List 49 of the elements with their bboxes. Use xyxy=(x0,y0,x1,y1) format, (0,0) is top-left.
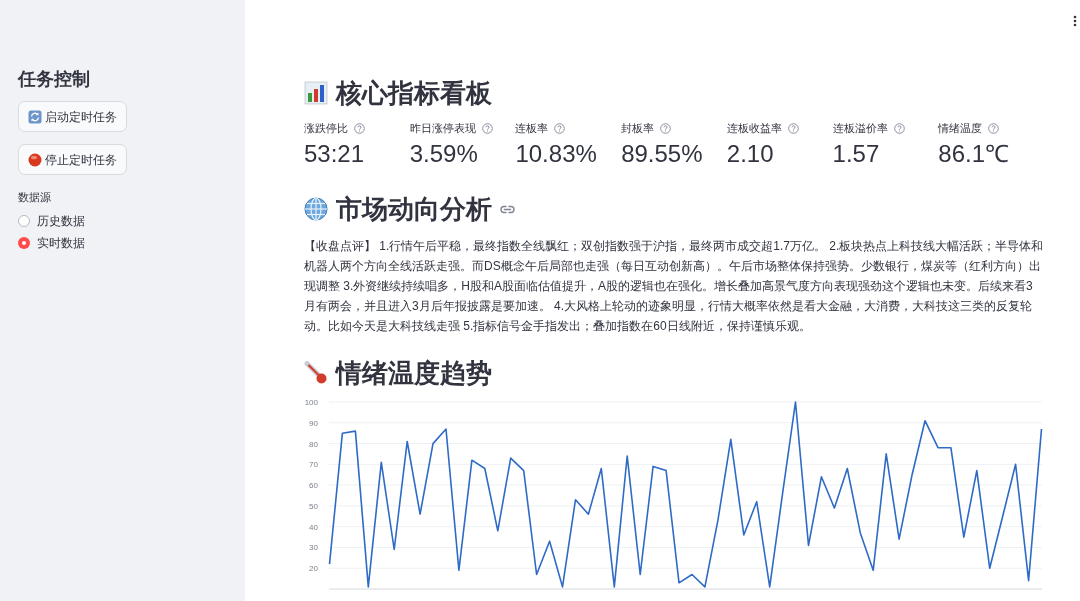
radio-button[interactable] xyxy=(18,214,30,227)
sidebar-title: 任务控制 xyxy=(18,68,91,91)
more-menu-icon[interactable] xyxy=(1073,15,1077,27)
metric-value: 86.1℃ xyxy=(938,139,1010,169)
metric-label: 连板率 xyxy=(515,120,549,136)
metric-value: 3.59% xyxy=(409,139,479,169)
refresh-icon xyxy=(28,109,42,124)
help-icon[interactable] xyxy=(354,122,365,134)
link-icon[interactable] xyxy=(500,204,515,214)
y-tick-label: 50 xyxy=(309,501,318,511)
metric-label: 连板溢价率 xyxy=(832,120,888,136)
metric-label: 情绪温度 xyxy=(938,120,983,136)
metric-label: 昨日涨停表现 xyxy=(409,120,476,136)
task-button[interactable]: 启动定时任务 xyxy=(18,101,127,132)
metric-value: 2.10 xyxy=(726,139,775,169)
y-tick-label: 90 xyxy=(309,418,318,428)
radio-option[interactable]: 历史数据 xyxy=(18,211,227,230)
metric-label: 涨跌停比 xyxy=(304,120,348,136)
bar-chart-icon xyxy=(304,81,328,105)
help-icon[interactable] xyxy=(893,122,905,134)
section-heading: 市场动向分析 xyxy=(336,193,492,226)
commentary-paragraph: 【收盘点评】 1.行情午后平稳，最终指数全线飘红；双创指数强于沪指，最终两市成交超1.7万亿。 2.板块热点上科技线大幅活跃；半导体和机器人两个方向全线活跃走强。而DS概念午后局部也走强（每日互动创新高）。午后市场整体保持强势。少数银行，煤炭等（红利方向）出现调整 3.外资继续持续唱多，H股和A股面临估值提升，A股的逻辑也在强化。增长叠加高景气度方向表现强劲这个逻辑也未变。后续来看3月有两会，并且进入3月后年报披露是要加速。 4.大风格上轮动的迹象明显，行情大概率依然是看大金融，大消费，大科技这三类的反复轮动。比如今天是大科技线走强 5.指标信号金手指发出；叠加指数在60日线附近，保持谨慎乐观。 xyxy=(304,238,1044,335)
radio-button[interactable] xyxy=(18,236,30,249)
globe-icon xyxy=(304,197,328,221)
thermometer-icon xyxy=(304,361,328,385)
metric-value: 10.83% xyxy=(515,139,598,169)
y-tick-label: 70 xyxy=(309,460,318,470)
radio-option[interactable]: 实时数据 xyxy=(18,233,227,252)
y-tick-label: 60 xyxy=(309,481,318,491)
metric-label: 连板收益率 xyxy=(726,120,782,136)
help-icon[interactable] xyxy=(554,122,566,134)
metric-value: 53:21 xyxy=(304,139,366,169)
help-icon[interactable] xyxy=(787,122,799,134)
y-tick-label: 20 xyxy=(309,564,318,574)
stop-circle-icon xyxy=(28,152,42,167)
metric-value: 89.55% xyxy=(621,139,704,169)
section-heading: 核心指标看板 xyxy=(336,77,492,110)
help-icon[interactable] xyxy=(988,122,1000,134)
section-heading: 情绪温度趋势 xyxy=(336,357,492,390)
y-tick-label: 100 xyxy=(304,398,318,407)
y-tick-label: 80 xyxy=(309,439,318,449)
radio-group-label: 数据源 xyxy=(18,190,52,205)
help-icon[interactable] xyxy=(660,122,672,134)
task-button[interactable]: 停止定时任务 xyxy=(18,144,127,175)
help-icon[interactable] xyxy=(481,122,493,134)
metric-value: 1.57 xyxy=(832,139,881,169)
y-tick-label: 40 xyxy=(309,522,318,532)
metric-label: 封板率 xyxy=(621,120,655,136)
y-tick-label: 30 xyxy=(309,543,318,553)
